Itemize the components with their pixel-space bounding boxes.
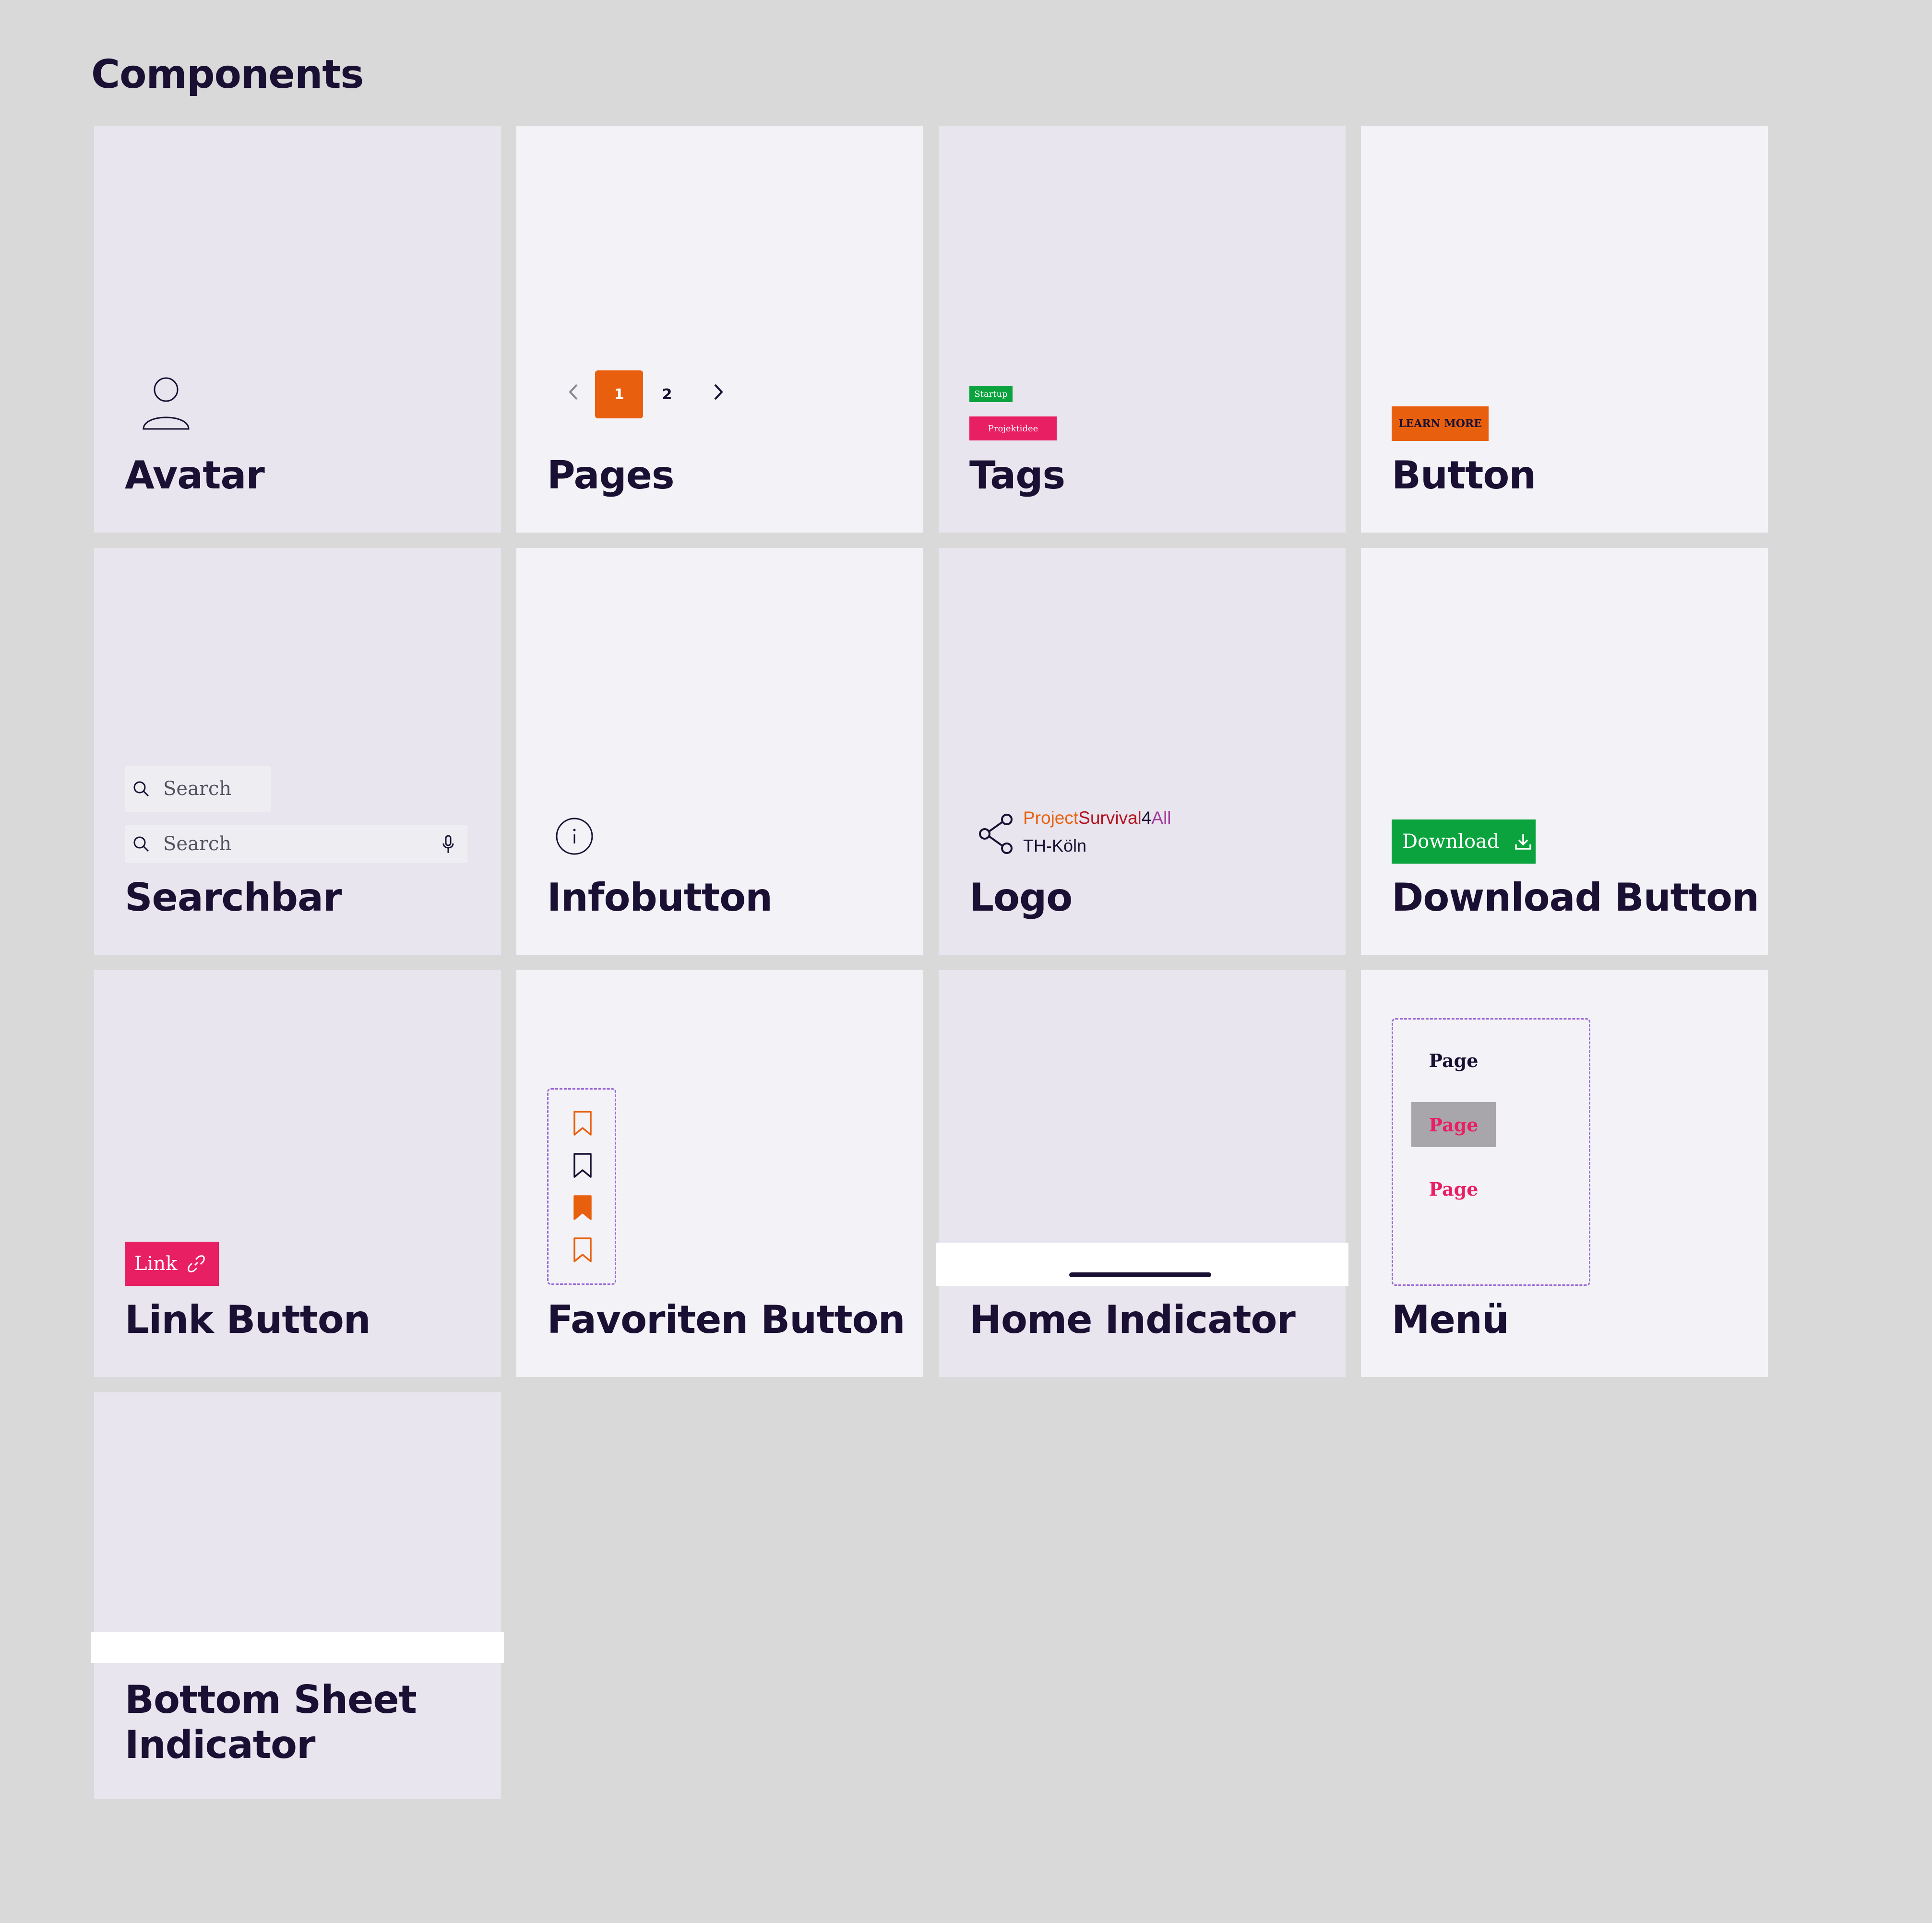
bookmark-icon[interactable]	[572, 1152, 594, 1179]
card-avatar: Avatar	[94, 126, 501, 533]
card-title: Home Indicator	[969, 1297, 1296, 1342]
menu-frame: Page Page Page	[1392, 1018, 1590, 1286]
tag-startup[interactable]: Startup	[969, 386, 1013, 402]
share-icon	[979, 814, 1013, 854]
download-button[interactable]: Download	[1392, 819, 1536, 864]
search-placeholder: Search	[163, 778, 232, 800]
card-button: LEARN MORE Button	[1361, 126, 1768, 533]
card-title: Avatar	[125, 453, 265, 498]
card-menu: Page Page Page Menü	[1361, 970, 1768, 1377]
card-title: Logo	[969, 875, 1073, 920]
search-placeholder: Search	[163, 833, 232, 855]
bookmark-icon[interactable]	[572, 1236, 594, 1263]
card-pages: 1 2 Pages	[516, 126, 923, 533]
card-logo: ProjectSurvival4All TH-Köln Logo	[939, 548, 1346, 955]
card-searchbar: Search Search Searchbar	[94, 548, 501, 955]
search-icon	[133, 781, 149, 797]
card-favoriten: Favoriten Button	[516, 970, 923, 1377]
bookmark-filled-icon[interactable]	[572, 1194, 594, 1221]
card-tags: Startup Projektidee Tags	[939, 126, 1346, 533]
logo-part-4: 4	[1141, 808, 1152, 828]
logo-part-all: All	[1151, 808, 1171, 828]
bookmark-icon[interactable]	[572, 1110, 594, 1137]
card-home-indicator: Home Indicator	[936, 970, 1348, 1377]
search-input-long[interactable]: Search	[125, 825, 467, 863]
learn-more-button[interactable]: LEARN MORE	[1392, 406, 1489, 441]
menu-item[interactable]: Page	[1411, 1166, 1496, 1211]
page-title: Components	[91, 52, 364, 97]
menu-item-selected[interactable]: Page	[1411, 1102, 1496, 1147]
chevron-right-icon[interactable]	[708, 380, 727, 404]
logo-subtitle: TH-Köln	[1023, 836, 1087, 855]
logo-part-project: Project	[1023, 808, 1079, 828]
link-button[interactable]: Link	[125, 1242, 219, 1286]
card-title-line2: Indicator	[125, 1722, 315, 1767]
home-indicator-strip	[936, 1243, 1348, 1286]
card-title: Link Button	[125, 1297, 371, 1342]
logo-wordmark: ProjectSurvival4All	[1023, 808, 1171, 828]
page-2-button[interactable]: 2	[643, 370, 691, 418]
card-title: Favoriten Button	[547, 1297, 906, 1342]
download-icon	[1515, 834, 1532, 850]
card-title: Infobutton	[547, 875, 773, 920]
download-label: Download	[1402, 831, 1500, 853]
bottom-sheet-indicator[interactable]	[91, 1632, 504, 1663]
search-icon	[133, 836, 149, 852]
page-1-button[interactable]: 1	[595, 370, 643, 418]
microphone-icon[interactable]	[441, 835, 455, 854]
tag-projektidee[interactable]: Projektidee	[969, 416, 1057, 440]
card-title: Tags	[969, 453, 1065, 498]
components-page: Components Avatar 1 2 Pages Startup Proj…	[0, 0, 1932, 1923]
logo-part-survival: Survival	[1078, 808, 1142, 828]
card-link: Link Link Button	[94, 970, 501, 1377]
menu-item[interactable]: Page	[1411, 1038, 1496, 1083]
card-title: Bottom Sheet	[125, 1677, 417, 1722]
link-label: Link	[134, 1253, 178, 1275]
card-download: Download Download Button	[1361, 548, 1768, 955]
favoriten-variants-frame	[547, 1088, 616, 1285]
card-bottom-sheet: Bottom Sheet Indicator	[91, 1392, 504, 1799]
card-title: Searchbar	[125, 875, 342, 920]
card-infobutton: Infobutton	[516, 548, 923, 955]
chevron-left-icon[interactable]	[564, 380, 584, 404]
info-icon[interactable]	[555, 817, 594, 856]
user-icon	[143, 377, 190, 430]
card-title: Button	[1392, 453, 1536, 498]
card-title: Download Button	[1392, 875, 1759, 920]
search-input-short[interactable]: Search	[125, 766, 271, 812]
card-title: Pages	[547, 453, 675, 498]
home-indicator-bar[interactable]	[1069, 1272, 1211, 1277]
card-title: Menü	[1392, 1297, 1509, 1342]
link-icon	[188, 1255, 205, 1272]
